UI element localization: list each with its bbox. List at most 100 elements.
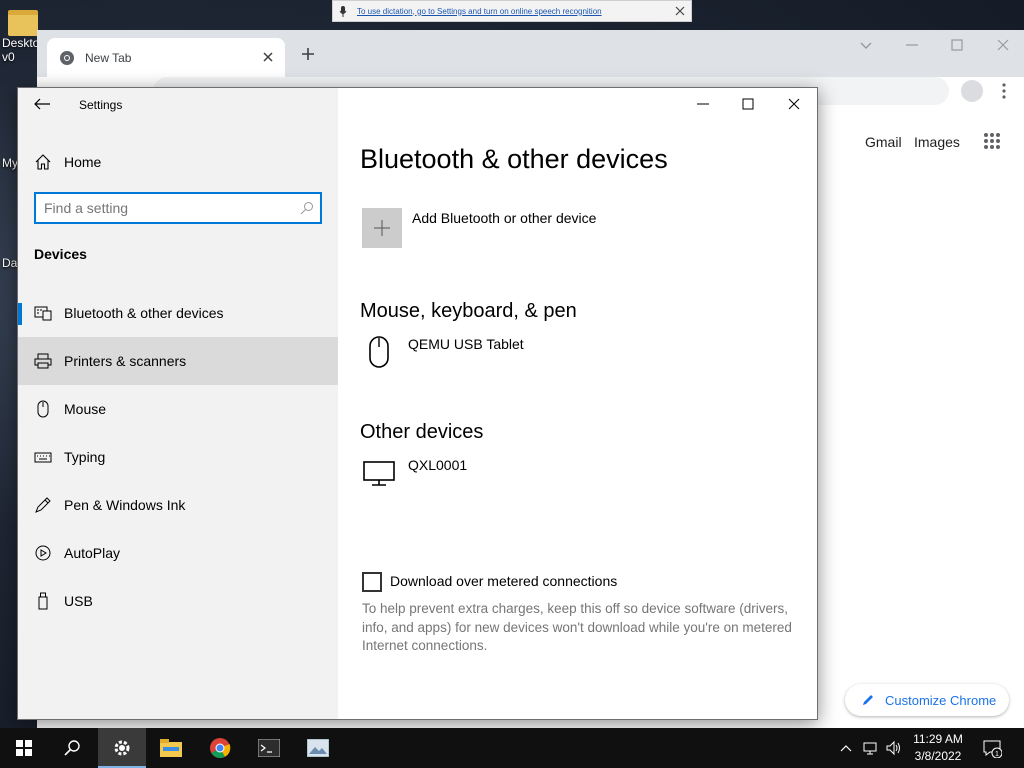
system-clock[interactable]: 11:29 AM 3/8/2022	[906, 731, 970, 765]
metered-connections-checkbox[interactable]	[362, 572, 382, 592]
autoplay-icon	[35, 545, 51, 561]
more-menu-icon[interactable]	[997, 81, 1011, 101]
pen-icon	[35, 497, 51, 513]
folder-icon	[160, 739, 182, 757]
keyboard-icon	[34, 452, 52, 463]
taskbar: 11:29 AM 3/8/2022 1	[0, 728, 1024, 768]
bluetooth-devices-icon	[34, 306, 52, 321]
search-icon	[300, 202, 313, 215]
dictation-banner: To use dictation, go to Settings and tur…	[332, 0, 692, 22]
printer-icon	[34, 353, 52, 369]
customize-chrome-button[interactable]: Customize Chrome	[845, 684, 1009, 716]
search-icon	[64, 740, 80, 756]
photo-viewer-icon	[307, 739, 329, 757]
add-device-label[interactable]: Add Bluetooth or other device	[412, 210, 596, 226]
terminal-icon	[258, 739, 280, 757]
sidebar-item-autoplay[interactable]: AutoPlay	[18, 529, 338, 577]
notification-center-icon[interactable]: 1	[982, 738, 1002, 758]
sidebar-item-printers[interactable]: Printers & scanners	[18, 337, 338, 385]
device-qemu-usb-tablet[interactable]: QEMU USB Tablet	[408, 336, 524, 352]
taskbar-settings-app[interactable]	[98, 728, 146, 768]
sidebar-item-mouse[interactable]: Mouse	[18, 385, 338, 433]
customize-label: Customize Chrome	[885, 692, 997, 708]
chrome-tab-bar: New Tab	[37, 30, 1024, 77]
sidebar-item-pen[interactable]: Pen & Windows Ink	[18, 481, 338, 529]
network-icon[interactable]	[863, 740, 879, 756]
chrome-logo-icon	[60, 50, 74, 65]
settings-content: Bluetooth & other devices Add Bluetooth …	[338, 88, 817, 719]
section-heading-mouse-keyboard-pen: Mouse, keyboard, & pen	[360, 300, 577, 322]
minimize-icon[interactable]	[903, 36, 921, 54]
desktop-icon[interactable]: Deskto v0	[2, 10, 42, 64]
pencil-icon	[863, 695, 873, 705]
taskbar-file-explorer[interactable]	[147, 728, 195, 768]
folder-icon	[8, 10, 38, 36]
settings-window: Settings Home Devices Bluetooth & other …	[17, 87, 818, 720]
taskbar-terminal[interactable]	[245, 728, 293, 768]
metered-help-text: To help prevent extra charges, keep this…	[362, 601, 792, 653]
page-title: Bluetooth & other devices	[360, 144, 668, 174]
window-title: Settings	[79, 98, 123, 112]
sidebar-item-label: AutoPlay	[64, 545, 121, 561]
home-link[interactable]: Home	[34, 151, 101, 173]
add-device-button[interactable]	[362, 208, 402, 248]
home-label: Home	[64, 154, 102, 170]
maximize-icon[interactable]	[740, 96, 756, 112]
close-tab-icon[interactable]	[261, 50, 275, 64]
mouse-icon	[37, 400, 49, 418]
clock-time: 11:29 AM	[913, 732, 963, 746]
desktop-icon-label: My	[2, 156, 18, 170]
mouse-icon	[369, 336, 389, 368]
microphone-icon	[339, 5, 347, 17]
taskbar-chrome[interactable]	[196, 728, 244, 768]
chevron-up-icon[interactable]	[838, 740, 854, 756]
windows-logo-icon	[16, 740, 32, 756]
metered-connections-label[interactable]: Download over metered connections	[390, 573, 617, 589]
usb-icon	[38, 592, 48, 610]
selected-indicator	[18, 303, 22, 325]
monitor-icon	[363, 461, 395, 486]
plus-icon	[374, 220, 390, 236]
close-icon[interactable]	[786, 96, 802, 112]
notification-count: 1	[995, 751, 999, 758]
start-button[interactable]	[0, 728, 48, 768]
close-icon[interactable]	[994, 36, 1012, 54]
close-icon[interactable]	[673, 4, 687, 18]
desktop-icon-label: Deskto v0	[2, 36, 40, 64]
back-arrow-icon[interactable]	[32, 96, 52, 112]
clock-date: 3/8/2022	[914, 749, 962, 763]
maximize-icon[interactable]	[948, 36, 966, 54]
minimize-icon[interactable]	[695, 96, 711, 112]
gmail-link[interactable]: Gmail	[865, 134, 902, 150]
volume-icon[interactable]	[886, 740, 902, 756]
google-apps-icon[interactable]	[983, 132, 1001, 150]
sidebar-item-typing[interactable]: Typing	[18, 433, 338, 481]
tab-title: New Tab	[85, 50, 132, 65]
search-button[interactable]	[48, 728, 96, 768]
settings-sidebar: Settings Home Devices Bluetooth & other …	[18, 88, 338, 719]
profile-avatar-icon[interactable]	[961, 80, 983, 102]
chrome-logo-icon	[210, 738, 231, 758]
chrome-tab-new-tab[interactable]: New Tab	[47, 38, 285, 77]
section-heading: Devices	[34, 246, 87, 262]
tab-search-icon[interactable]	[857, 36, 875, 54]
search-input[interactable]	[44, 199, 294, 217]
sidebar-item-label: Mouse	[64, 401, 107, 417]
images-link[interactable]: Images	[914, 134, 960, 150]
sidebar-item-label: Printers & scanners	[64, 353, 187, 369]
sidebar-item-label: Bluetooth & other devices	[64, 305, 224, 321]
sidebar-item-label: USB	[64, 593, 93, 609]
device-qxl0001[interactable]: QXL0001	[408, 457, 467, 473]
sidebar-item-bluetooth[interactable]: Bluetooth & other devices	[18, 289, 338, 337]
sidebar-item-label: Typing	[64, 449, 106, 465]
sidebar-item-usb[interactable]: USB	[18, 577, 338, 625]
new-tab-icon[interactable]	[299, 45, 317, 63]
dictation-settings-link[interactable]: To use dictation, go to Settings and tur…	[357, 7, 602, 16]
section-heading-other-devices: Other devices	[360, 421, 484, 443]
home-icon	[35, 154, 51, 170]
sidebar-item-label: Pen & Windows Ink	[64, 497, 186, 513]
gear-icon	[114, 740, 130, 756]
taskbar-app[interactable]	[294, 728, 342, 768]
desktop-icon-label: Da	[2, 256, 18, 270]
search-box[interactable]	[34, 192, 322, 224]
